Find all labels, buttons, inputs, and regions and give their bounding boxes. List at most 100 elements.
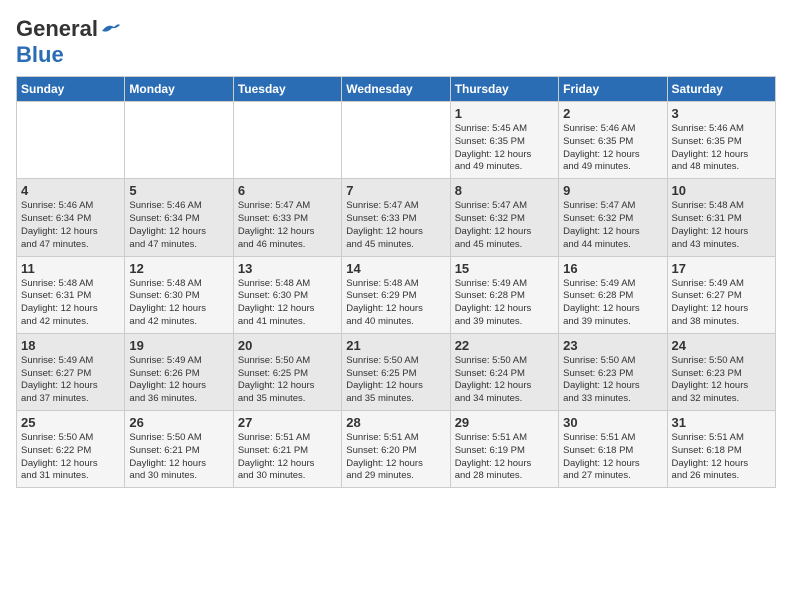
day-detail: Sunrise: 5:50 AM Sunset: 6:25 PM Dayligh… (238, 355, 337, 406)
day-detail: Sunrise: 5:50 AM Sunset: 6:22 PM Dayligh… (21, 432, 120, 483)
day-detail: Sunrise: 5:51 AM Sunset: 6:18 PM Dayligh… (563, 432, 662, 483)
calendar-cell: 1Sunrise: 5:45 AM Sunset: 6:35 PM Daylig… (450, 102, 558, 179)
day-detail: Sunrise: 5:46 AM Sunset: 6:34 PM Dayligh… (21, 200, 120, 251)
calendar-cell: 28Sunrise: 5:51 AM Sunset: 6:20 PM Dayli… (342, 411, 450, 488)
day-number: 25 (21, 415, 120, 430)
calendar-cell: 27 Sunrise: 5:51 AM Sunset: 6:21 PM Dayli… (233, 411, 341, 488)
calendar-cell: 13Sunrise: 5:48 AM Sunset: 6:30 PM Dayli… (233, 256, 341, 333)
day-detail: Sunrise: 5:47 AM Sunset: 6:32 PM Dayligh… (455, 200, 554, 251)
calendar-cell: 7 Sunrise: 5:47 AM Sunset: 6:33 PM Daylig… (342, 179, 450, 256)
calendar-cell: 20 Sunrise: 5:50 AM Sunset: 6:25 PM Dayli… (233, 333, 341, 410)
calendar-cell: 10 Sunrise: 5:48 AM Sunset: 6:31 PM Dayli… (667, 179, 775, 256)
day-number: 7 (346, 183, 445, 198)
day-detail: Sunrise: 5:47 AM Sunset: 6:33 PM Dayligh… (346, 200, 445, 251)
day-detail: Sunrise: 5:47 AM Sunset: 6:33 PM Dayligh… (238, 200, 337, 251)
calendar-cell: 2 Sunrise: 5:46 AM Sunset: 6:35 PM Daylig… (559, 102, 667, 179)
page-header: General Blue (16, 16, 776, 68)
day-detail: Sunrise: 5:46 AM Sunset: 6:35 PM Dayligh… (563, 123, 662, 174)
calendar-cell: 3Sunrise: 5:46 AM Sunset: 6:35 PM Daylig… (667, 102, 775, 179)
header-day-friday: Friday (559, 77, 667, 102)
calendar-cell: 25 Sunrise: 5:50 AM Sunset: 6:22 PM Dayli… (17, 411, 125, 488)
header-day-tuesday: Tuesday (233, 77, 341, 102)
day-number: 16 (563, 261, 662, 276)
calendar-cell: 11 Sunrise: 5:48 AM Sunset: 6:31 PM Dayli… (17, 256, 125, 333)
calendar-cell: 29 Sunrise: 5:51 AM Sunset: 6:19 PM Dayli… (450, 411, 558, 488)
calendar-cell: 19Sunrise: 5:49 AM Sunset: 6:26 PM Dayli… (125, 333, 233, 410)
header-day-thursday: Thursday (450, 77, 558, 102)
logo-blue: Blue (16, 42, 64, 68)
day-number: 9 (563, 183, 662, 198)
calendar-week-1: 1Sunrise: 5:45 AM Sunset: 6:35 PM Daylig… (17, 102, 776, 179)
calendar-week-2: 4 Sunrise: 5:46 AM Sunset: 6:34 PM Daylig… (17, 179, 776, 256)
calendar-week-4: 18Sunrise: 5:49 AM Sunset: 6:27 PM Dayli… (17, 333, 776, 410)
header-day-saturday: Saturday (667, 77, 775, 102)
day-detail: Sunrise: 5:50 AM Sunset: 6:21 PM Dayligh… (129, 432, 228, 483)
calendar-cell: 21Sunrise: 5:50 AM Sunset: 6:25 PM Dayli… (342, 333, 450, 410)
calendar-body: 1Sunrise: 5:45 AM Sunset: 6:35 PM Daylig… (17, 102, 776, 488)
day-number: 3 (672, 106, 771, 121)
calendar-cell (17, 102, 125, 179)
calendar-cell: 5 Sunrise: 5:46 AM Sunset: 6:34 PM Daylig… (125, 179, 233, 256)
calendar-table: SundayMondayTuesdayWednesdayThursdayFrid… (16, 76, 776, 488)
day-number: 23 (563, 338, 662, 353)
day-detail: Sunrise: 5:51 AM Sunset: 6:19 PM Dayligh… (455, 432, 554, 483)
day-detail: Sunrise: 5:49 AM Sunset: 6:28 PM Dayligh… (455, 278, 554, 329)
day-number: 1 (455, 106, 554, 121)
calendar-cell: 9Sunrise: 5:47 AM Sunset: 6:32 PM Daylig… (559, 179, 667, 256)
day-detail: Sunrise: 5:49 AM Sunset: 6:27 PM Dayligh… (672, 278, 771, 329)
header-day-wednesday: Wednesday (342, 77, 450, 102)
calendar-cell: 30 Sunrise: 5:51 AM Sunset: 6:18 PM Dayli… (559, 411, 667, 488)
day-detail: Sunrise: 5:49 AM Sunset: 6:26 PM Dayligh… (129, 355, 228, 406)
calendar-cell (125, 102, 233, 179)
day-number: 29 (455, 415, 554, 430)
day-number: 11 (21, 261, 120, 276)
day-detail: Sunrise: 5:51 AM Sunset: 6:20 PM Dayligh… (346, 432, 445, 483)
calendar-week-3: 11 Sunrise: 5:48 AM Sunset: 6:31 PM Dayli… (17, 256, 776, 333)
logo-bird-icon (100, 21, 122, 39)
calendar-cell: 31Sunrise: 5:51 AM Sunset: 6:18 PM Dayli… (667, 411, 775, 488)
calendar-cell: 15 Sunrise: 5:49 AM Sunset: 6:28 PM Dayli… (450, 256, 558, 333)
day-detail: Sunrise: 5:48 AM Sunset: 6:31 PM Dayligh… (21, 278, 120, 329)
day-detail: Sunrise: 5:48 AM Sunset: 6:30 PM Dayligh… (238, 278, 337, 329)
day-detail: Sunrise: 5:49 AM Sunset: 6:28 PM Dayligh… (563, 278, 662, 329)
day-number: 31 (672, 415, 771, 430)
calendar-cell: 4 Sunrise: 5:46 AM Sunset: 6:34 PM Daylig… (17, 179, 125, 256)
day-detail: Sunrise: 5:48 AM Sunset: 6:31 PM Dayligh… (672, 200, 771, 251)
calendar-cell: 18Sunrise: 5:49 AM Sunset: 6:27 PM Dayli… (17, 333, 125, 410)
calendar-cell (233, 102, 341, 179)
calendar-cell: 24Sunrise: 5:50 AM Sunset: 6:23 PM Dayli… (667, 333, 775, 410)
calendar-cell (342, 102, 450, 179)
calendar-cell: 6 Sunrise: 5:47 AM Sunset: 6:33 PM Daylig… (233, 179, 341, 256)
calendar-header: SundayMondayTuesdayWednesdayThursdayFrid… (17, 77, 776, 102)
calendar-cell: 14Sunrise: 5:48 AM Sunset: 6:29 PM Dayli… (342, 256, 450, 333)
day-number: 10 (672, 183, 771, 198)
day-number: 4 (21, 183, 120, 198)
calendar-cell: 23 Sunrise: 5:50 AM Sunset: 6:23 PM Dayli… (559, 333, 667, 410)
day-number: 27 (238, 415, 337, 430)
calendar-cell: 17Sunrise: 5:49 AM Sunset: 6:27 PM Dayli… (667, 256, 775, 333)
header-day-monday: Monday (125, 77, 233, 102)
day-number: 14 (346, 261, 445, 276)
calendar-cell: 12 Sunrise: 5:48 AM Sunset: 6:30 PM Dayli… (125, 256, 233, 333)
day-number: 5 (129, 183, 228, 198)
calendar-cell: 16 Sunrise: 5:49 AM Sunset: 6:28 PM Dayli… (559, 256, 667, 333)
day-detail: Sunrise: 5:48 AM Sunset: 6:30 PM Dayligh… (129, 278, 228, 329)
header-day-sunday: Sunday (17, 77, 125, 102)
day-number: 15 (455, 261, 554, 276)
day-number: 2 (563, 106, 662, 121)
day-number: 8 (455, 183, 554, 198)
day-detail: Sunrise: 5:51 AM Sunset: 6:21 PM Dayligh… (238, 432, 337, 483)
day-detail: Sunrise: 5:49 AM Sunset: 6:27 PM Dayligh… (21, 355, 120, 406)
day-number: 6 (238, 183, 337, 198)
calendar-cell: 22Sunrise: 5:50 AM Sunset: 6:24 PM Dayli… (450, 333, 558, 410)
calendar-week-5: 25 Sunrise: 5:50 AM Sunset: 6:22 PM Dayli… (17, 411, 776, 488)
day-number: 21 (346, 338, 445, 353)
day-detail: Sunrise: 5:50 AM Sunset: 6:23 PM Dayligh… (672, 355, 771, 406)
day-detail: Sunrise: 5:50 AM Sunset: 6:23 PM Dayligh… (563, 355, 662, 406)
day-number: 12 (129, 261, 228, 276)
logo-general: General (16, 16, 98, 42)
day-number: 30 (563, 415, 662, 430)
day-detail: Sunrise: 5:50 AM Sunset: 6:24 PM Dayligh… (455, 355, 554, 406)
day-number: 20 (238, 338, 337, 353)
day-detail: Sunrise: 5:46 AM Sunset: 6:34 PM Dayligh… (129, 200, 228, 251)
